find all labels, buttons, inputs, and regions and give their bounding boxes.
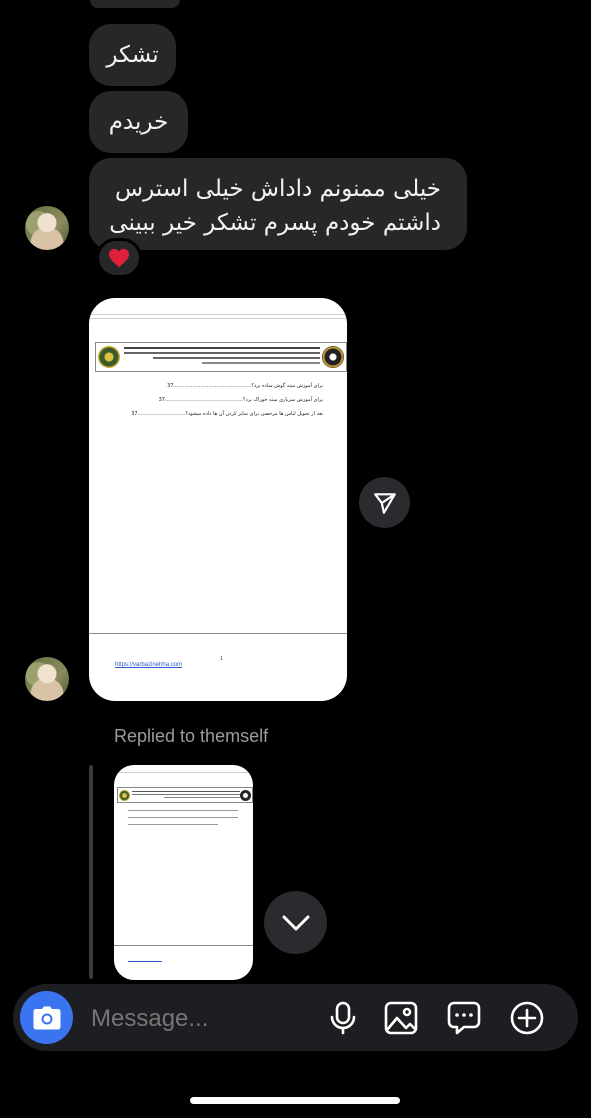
reply-indicator-bar [89, 765, 93, 979]
shared-document-card[interactable]: برای آموزش میته گوش ساده برد؟...........… [89, 298, 347, 701]
reply-label: Replied to themself [114, 726, 269, 746]
message-bubble[interactable]: خیلی ممنونم داداش خیلی استرس داشتم خودم … [89, 158, 467, 250]
message-bubble[interactable]: خریدم [89, 91, 188, 153]
document-header [117, 787, 253, 803]
message-input[interactable] [89, 1000, 313, 1038]
replied-document-thumbnail[interactable] [114, 765, 253, 980]
message-composer [13, 984, 578, 1051]
message-text: تشکر [106, 42, 159, 68]
add-icon[interactable] [510, 1001, 544, 1035]
sticker-chat-icon[interactable] [447, 1001, 481, 1035]
avatar[interactable] [25, 206, 69, 250]
avatar[interactable] [25, 657, 69, 701]
scroll-to-bottom-button[interactable] [264, 891, 327, 954]
share-button[interactable] [359, 477, 410, 528]
message-text-line: خیلی ممنونم داداش خیلی استرس [115, 176, 441, 202]
question-line: برای آموزش میته گوش ساده برد؟...........… [167, 383, 323, 389]
camera-icon [33, 1006, 60, 1029]
emblem-icon [119, 790, 130, 801]
emblem-icon [322, 346, 344, 368]
document-link [128, 961, 162, 962]
camera-button[interactable] [20, 991, 73, 1044]
previous-bubble-edge [90, 0, 180, 8]
document-header [95, 342, 347, 372]
question-line: برای آموزش سرباری میته خوراک برد؟.......… [158, 397, 323, 403]
message-text-line: داشتم خودم پسرم تشکر خیر ببینی [109, 210, 441, 236]
heart-icon [109, 248, 129, 268]
reaction-badge[interactable]: ❤️ [96, 238, 142, 278]
gallery-icon[interactable] [384, 1001, 418, 1035]
message-bubble[interactable]: تشکر [89, 24, 176, 86]
message-text: خریدم [108, 109, 169, 135]
emblem-icon [98, 346, 120, 368]
home-indicator [190, 1097, 400, 1104]
header-text-lines [124, 347, 320, 364]
question-line: بعد از تحویل لباس ها مرخصی برای سایر کرد… [131, 411, 323, 417]
microphone-icon[interactable] [326, 1001, 360, 1035]
chevron-down-icon [282, 915, 309, 930]
page-number: 1 [220, 656, 223, 662]
send-icon [373, 492, 396, 514]
emblem-icon [240, 790, 251, 801]
document-link[interactable]: https://varbazinehha.com [115, 662, 182, 668]
